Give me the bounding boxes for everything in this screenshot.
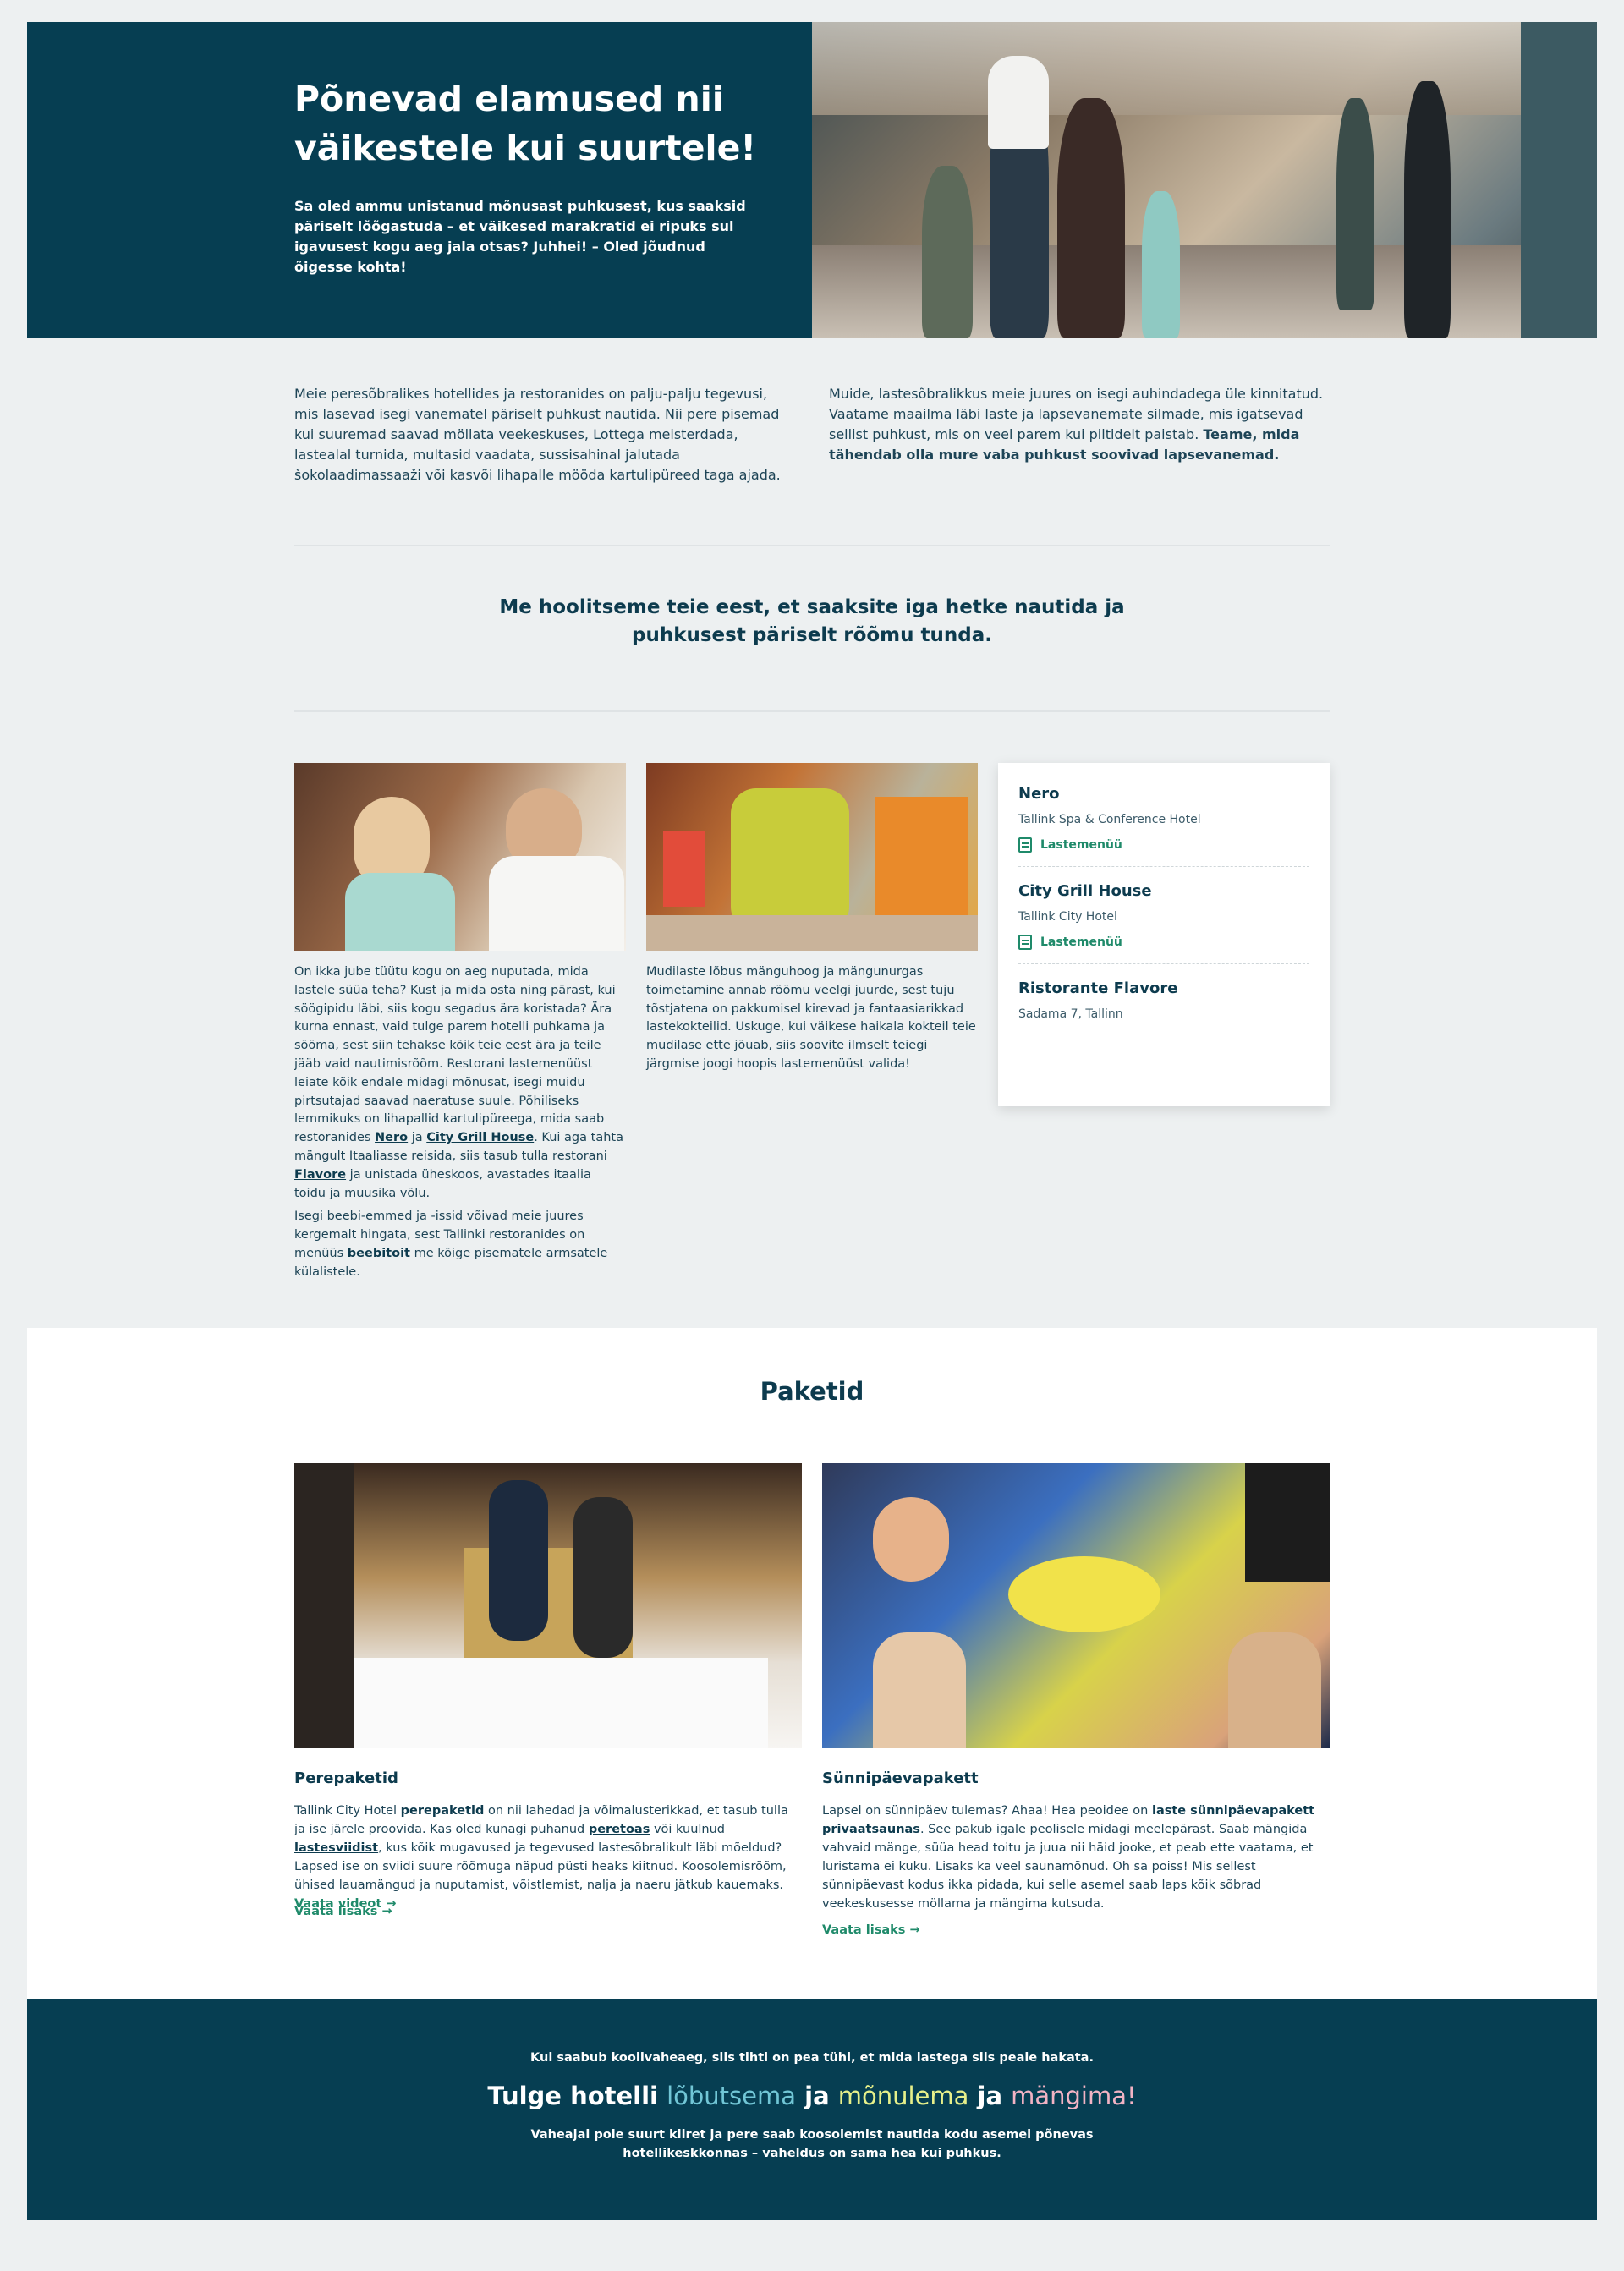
birthday-package-more-link[interactable]: Vaata lisaks → <box>822 1923 920 1937</box>
restaurant-location: Tallink Spa & Conference Hotel <box>1018 813 1201 826</box>
food-paragraph: On ikka jube tüütu kogu on aeg nuputada,… <box>294 965 623 1200</box>
banner-text: Vaheajal pole suurt kiiret ja pere saab … <box>530 2128 1094 2160</box>
playroom-photo <box>646 763 978 951</box>
city-grill-house-link[interactable]: City Grill House <box>426 1131 534 1144</box>
menu-icon <box>1018 837 1032 853</box>
family-package-more-link[interactable]: Vaata lisaks → <box>294 1905 392 1918</box>
hero-family-photo <box>812 22 1597 338</box>
nero-link[interactable]: Nero <box>375 1131 408 1144</box>
family-package-title: Perepaketid <box>294 1769 398 1787</box>
play-paragraph: Mudilaste lõbus mänguhoog ja mängunurgas… <box>646 965 976 1071</box>
menu-icon <box>1018 935 1032 950</box>
restaurant-location: Sadama 7, Tallinn <box>1018 1007 1123 1021</box>
family-room-link[interactable]: peretoas <box>589 1823 650 1836</box>
hero-text-panel: Põnevad elamused nii väikestele kui suur… <box>27 22 812 338</box>
banner-title: Tulge hotelli lõbutsema ja mõnulema ja m… <box>487 2082 1137 2110</box>
restaurant-item: Ristorante Flavore Sadama 7, Tallinn <box>1018 978 1309 1037</box>
birthday-package-title: Sünnipäevapakett <box>822 1769 979 1787</box>
restaurant-item: City Grill House Tallink City Hotel Last… <box>1018 880 1309 964</box>
kids-menu-label: Lastemenüü <box>1040 935 1122 949</box>
packages-section: Paketid Perepaketid Tallink City Hotel p… <box>27 1328 1597 1999</box>
hero-banner: Põnevad elamused nii väikestele kui suur… <box>27 22 1597 338</box>
restaurant-location: Tallink City Hotel <box>1018 910 1117 924</box>
quote: Me hoolitseme teie eest, et saaksite iga… <box>499 596 1125 646</box>
divider <box>294 545 1330 546</box>
kids-menu-link[interactable]: Lastemenüü <box>1018 837 1309 853</box>
flavore-link[interactable]: Flavore <box>294 1168 346 1182</box>
play-text: Mudilaste lõbus mänguhoog ja mängunurgas… <box>646 963 978 1079</box>
family-package-photo <box>294 1463 802 1748</box>
holiday-banner: Kui saabub koolivaheaeg, siis tihti on p… <box>27 1999 1597 2220</box>
divider <box>294 710 1330 712</box>
packages-title: Paketid <box>760 1377 864 1406</box>
kids-menu-label: Lastemenüü <box>1040 838 1122 852</box>
restaurants-card: Nero Tallink Spa & Conference Hotel Last… <box>998 763 1330 1106</box>
hero-title: Põnevad elamused nii väikestele kui suur… <box>294 79 757 168</box>
intro-right-text: Muide, lastesõbralikkus meie juures on i… <box>829 386 1324 463</box>
baby-food-paragraph: Isegi beebi-emmed ja -issid võivad meie … <box>294 1210 608 1279</box>
food-text: On ikka jube tüütu kogu on aeg nuputada,… <box>294 963 626 1287</box>
kids-menu-link[interactable]: Lastemenüü <box>1018 935 1309 950</box>
intro-left-text: Meie peresõbralikes hotellides ja restor… <box>294 386 781 483</box>
birthday-package-photo <box>822 1463 1330 1748</box>
birthday-package-text: Lapsel on sünnipäev tulemas? Ahaa! Hea p… <box>822 1804 1315 1911</box>
child-dining-photo <box>294 763 626 951</box>
restaurant-name: Ristorante Flavore <box>1018 979 1178 997</box>
family-package-text: Tallink City Hotel perepaketid on nii la… <box>294 1804 788 1911</box>
restaurant-item: Nero Tallink Spa & Conference Hotel Last… <box>1018 783 1309 867</box>
kids-suite-link[interactable]: lastesviidist <box>294 1841 378 1855</box>
restaurant-name: City Grill House <box>1018 882 1152 900</box>
banner-subtitle: Kui saabub koolivaheaeg, siis tihti on p… <box>530 2051 1094 2065</box>
intro-section: Meie peresõbralikes hotellides ja restor… <box>294 384 1330 485</box>
restaurant-name: Nero <box>1018 785 1060 803</box>
hero-description: Sa oled ammu unistanud mõnusast puhkuses… <box>294 198 746 275</box>
